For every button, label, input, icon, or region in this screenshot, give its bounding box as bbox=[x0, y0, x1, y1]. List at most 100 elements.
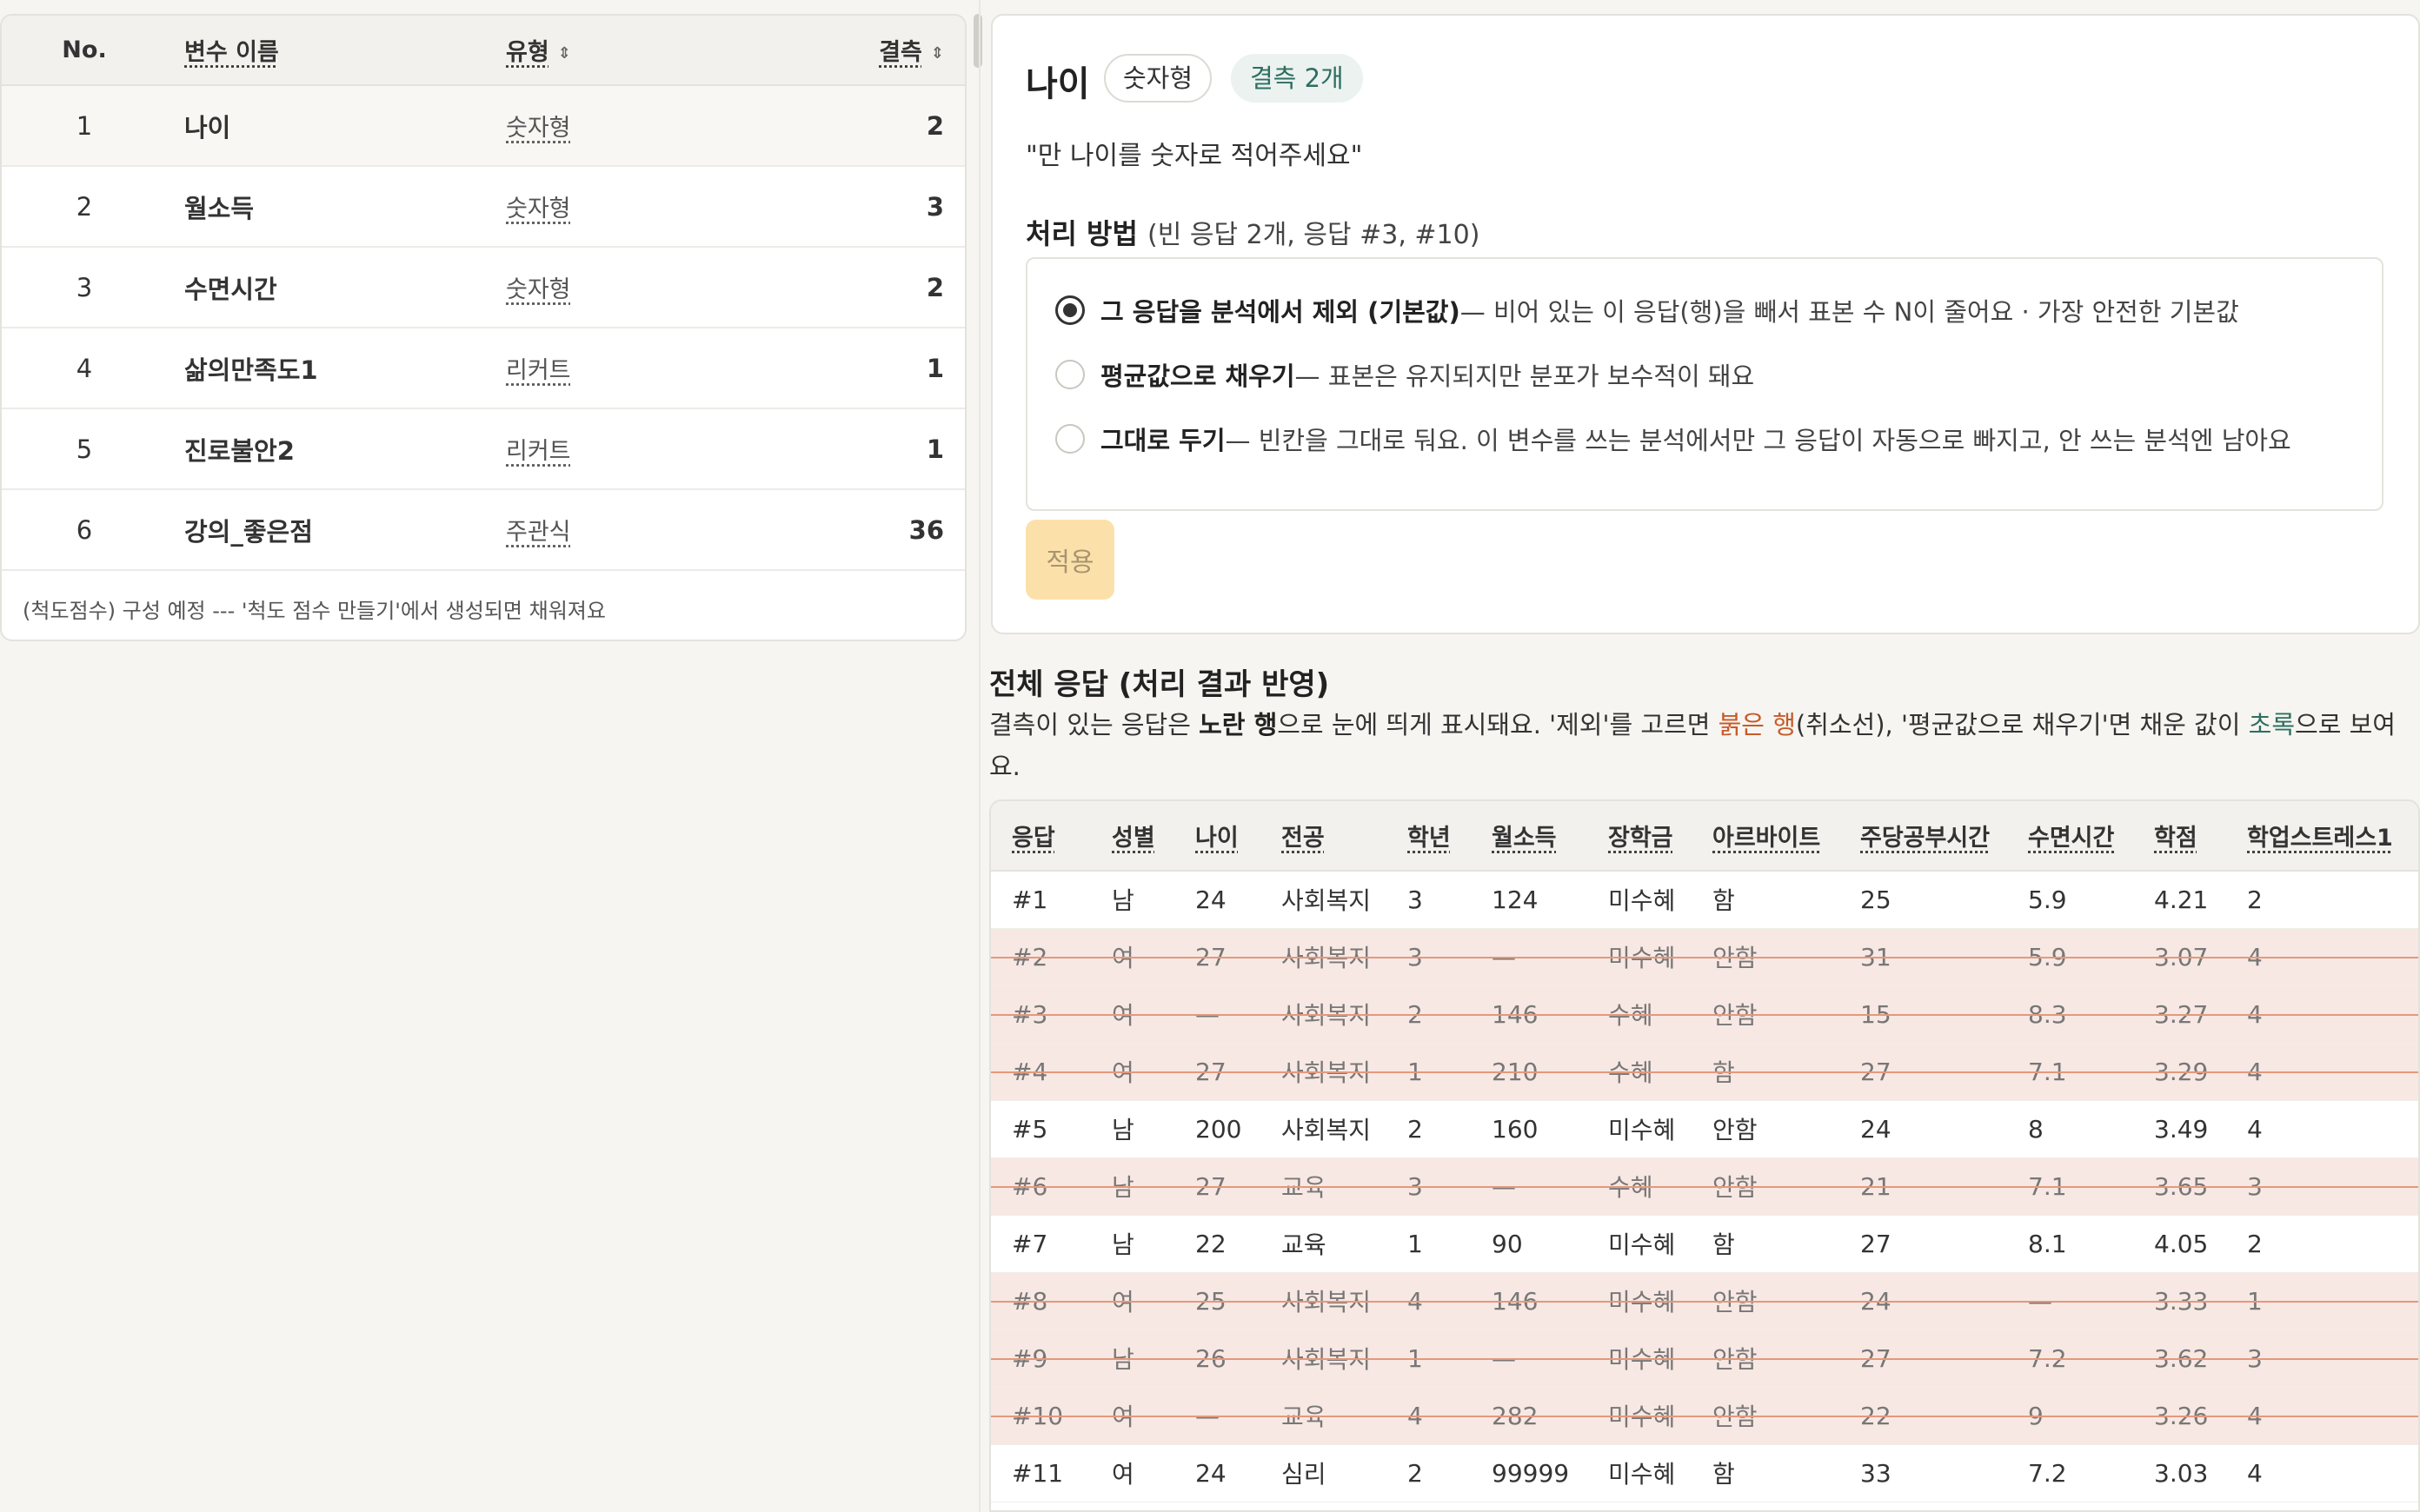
option-keep[interactable]: 그대로 두기 — 빈칸을 그대로 둬요. 이 변수를 쓰는 분석에서만 그 응답… bbox=[1055, 421, 2291, 457]
response-col-header[interactable]: 성별 bbox=[1091, 801, 1174, 872]
response-col-header[interactable]: 학업스트레스1 bbox=[2226, 801, 2418, 872]
variable-no: 5 bbox=[2, 408, 167, 490]
response-cell: 31 bbox=[1839, 928, 2007, 986]
response-col-label[interactable]: 아르바이트 bbox=[1712, 825, 1820, 852]
response-cell: 안함 bbox=[1692, 928, 1839, 986]
radio-empty-icon[interactable] bbox=[1055, 360, 1085, 389]
response-cell: 146 bbox=[1471, 985, 1587, 1044]
response-col-label[interactable]: 나이 bbox=[1195, 825, 1239, 852]
left-scrollbar[interactable] bbox=[974, 14, 982, 68]
response-cell: #11 bbox=[991, 1444, 1091, 1502]
response-cell: — bbox=[1174, 985, 1260, 1044]
variable-no: 6 bbox=[2, 489, 167, 571]
response-cell: 3.26 bbox=[2133, 1387, 2226, 1445]
response-cell: 8.1 bbox=[2007, 1215, 2133, 1273]
response-cell: 여 bbox=[1091, 1444, 1174, 1502]
option-mean-fill[interactable]: 평균값으로 채우기 — 표본은 유지되지만 분포가 보수적이 돼요 bbox=[1055, 356, 1754, 393]
response-cell: #7 bbox=[991, 1215, 1091, 1273]
variable-type-cell[interactable]: 숫자형 bbox=[506, 166, 793, 248]
variable-missing: 3 bbox=[793, 166, 965, 248]
variable-row[interactable]: 5 진로불안2 리커트 1 bbox=[2, 408, 965, 490]
variable-row[interactable]: 3 수면시간 숫자형 2 bbox=[2, 247, 965, 328]
col-missing-header[interactable]: 결측 ⇕ bbox=[793, 16, 965, 86]
response-cell: 여 bbox=[1091, 985, 1174, 1044]
apply-button[interactable]: 적용 bbox=[1026, 520, 1114, 600]
response-col-label[interactable]: 월소득 bbox=[1492, 825, 1557, 852]
variable-type-cell[interactable]: 리커트 bbox=[506, 328, 793, 409]
variable-type[interactable]: 리커트 bbox=[506, 357, 571, 384]
response-cell: 5.9 bbox=[2007, 928, 2133, 986]
option-exclude-title[interactable]: 그 응답을 분석에서 제외 (기본값) bbox=[1100, 292, 1460, 328]
response-cell: 함 bbox=[1692, 1215, 1839, 1273]
response-cell: 22 bbox=[1174, 1215, 1260, 1273]
col-type-label[interactable]: 유형 bbox=[506, 39, 549, 66]
variable-row[interactable]: 4 삶의만족도1 리커트 1 bbox=[2, 328, 965, 409]
variable-name[interactable]: 월소득 bbox=[167, 166, 506, 248]
variable-type-cell[interactable]: 숫자형 bbox=[506, 247, 793, 328]
response-col-label[interactable]: 성별 bbox=[1112, 825, 1155, 852]
desc-yellow-row: 노란 행 bbox=[1199, 710, 1278, 739]
col-name-header: 변수 이름 bbox=[167, 16, 506, 86]
variable-missing: 36 bbox=[793, 489, 965, 571]
variable-row[interactable]: 6 강의_좋은점 주관식 36 bbox=[2, 489, 965, 571]
variable-name[interactable]: 나이 bbox=[167, 85, 506, 167]
response-col-label[interactable]: 응답 bbox=[1012, 825, 1055, 852]
response-col-label[interactable]: 학점 bbox=[2154, 825, 2197, 852]
variable-type-cell[interactable]: 주관식 bbox=[506, 489, 793, 571]
response-col-header[interactable]: 전공 bbox=[1260, 801, 1386, 872]
variable-name[interactable]: 진로불안2 bbox=[167, 408, 506, 490]
variable-row[interactable]: 1 나이 숫자형 2 bbox=[2, 85, 965, 167]
variable-type[interactable]: 숫자형 bbox=[506, 196, 571, 222]
variable-type[interactable]: 숫자형 bbox=[506, 276, 571, 303]
variable-type[interactable]: 숫자형 bbox=[506, 115, 571, 142]
response-col-label[interactable]: 전공 bbox=[1281, 825, 1325, 852]
variable-name[interactable]: 삶의만족도1 bbox=[167, 328, 506, 409]
response-col-header[interactable]: 학년 bbox=[1386, 801, 1471, 872]
response-cell: 3.65 bbox=[2133, 1157, 2226, 1216]
response-cell: 4 bbox=[2226, 1387, 2418, 1445]
response-col-label[interactable]: 주당공부시간 bbox=[1860, 825, 1990, 852]
option-keep-title[interactable]: 그대로 두기 bbox=[1100, 421, 1226, 457]
response-col-label[interactable]: 학년 bbox=[1407, 825, 1451, 852]
option-mean-fill-title[interactable]: 평균값으로 채우기 bbox=[1100, 356, 1295, 393]
response-col-header[interactable]: 주당공부시간 bbox=[1839, 801, 2007, 872]
variable-row[interactable]: 2 월소득 숫자형 3 bbox=[2, 166, 965, 248]
response-col-header[interactable]: 장학금 bbox=[1587, 801, 1692, 872]
response-col-header[interactable]: 나이 bbox=[1174, 801, 1260, 872]
response-col-header[interactable]: 아르바이트 bbox=[1692, 801, 1839, 872]
variable-type-cell[interactable]: 숫자형 bbox=[506, 85, 793, 167]
response-cell: 교육 bbox=[1260, 1157, 1386, 1216]
response-cell: — bbox=[1471, 928, 1587, 986]
variable-type-cell[interactable]: 리커트 bbox=[506, 408, 793, 490]
response-col-label[interactable]: 수면시간 bbox=[2028, 825, 2114, 852]
radio-empty-icon[interactable] bbox=[1055, 424, 1085, 454]
response-col-header[interactable]: 학점 bbox=[2133, 801, 2226, 872]
response-cell: 4 bbox=[2226, 928, 2418, 986]
response-cell: 사회복지 bbox=[1260, 1272, 1386, 1330]
response-col-label[interactable]: 장학금 bbox=[1608, 825, 1673, 852]
response-col-header[interactable]: 수면시간 bbox=[2007, 801, 2133, 872]
response-cell: 미수혜 bbox=[1587, 928, 1692, 986]
variable-question: "만 나이를 숫자로 적어주세요" bbox=[1026, 141, 1363, 171]
radio-selected-icon[interactable] bbox=[1055, 295, 1085, 325]
option-exclude[interactable]: 그 응답을 분석에서 제외 (기본값) — 비어 있는 이 응답(행)을 빼서 … bbox=[1055, 292, 2239, 328]
sort-icon[interactable]: ⇕ bbox=[931, 45, 944, 62]
variable-name[interactable]: 강의_좋은점 bbox=[167, 489, 506, 571]
response-col-header[interactable]: 응답 bbox=[991, 801, 1091, 872]
col-type-header[interactable]: 유형 ⇕ bbox=[506, 16, 793, 86]
response-cell: 8.3 bbox=[2007, 985, 2133, 1044]
variable-type[interactable]: 리커트 bbox=[506, 438, 571, 465]
variable-type[interactable]: 주관식 bbox=[506, 519, 571, 546]
response-col-header[interactable]: 월소득 bbox=[1471, 801, 1587, 872]
variable-name[interactable]: 수면시간 bbox=[167, 247, 506, 328]
response-col-label[interactable]: 학업스트레스1 bbox=[2247, 825, 2393, 852]
col-missing-label[interactable]: 결측 bbox=[879, 39, 922, 66]
sort-icon[interactable]: ⇕ bbox=[558, 45, 571, 62]
type-chip: 숫자형 bbox=[1104, 54, 1213, 103]
response-cell: 27 bbox=[1174, 1157, 1260, 1216]
response-cell: 3 bbox=[2226, 1157, 2418, 1216]
response-row-excluded: #8 여 25 사회복지 4 146 미수혜 안함 24—3.33 1 bbox=[991, 1272, 2418, 1330]
response-cell: 사회복지 bbox=[1260, 928, 1386, 986]
response-cell: 1 bbox=[1386, 1215, 1471, 1273]
response-cell: 수혜 bbox=[1587, 1157, 1692, 1216]
